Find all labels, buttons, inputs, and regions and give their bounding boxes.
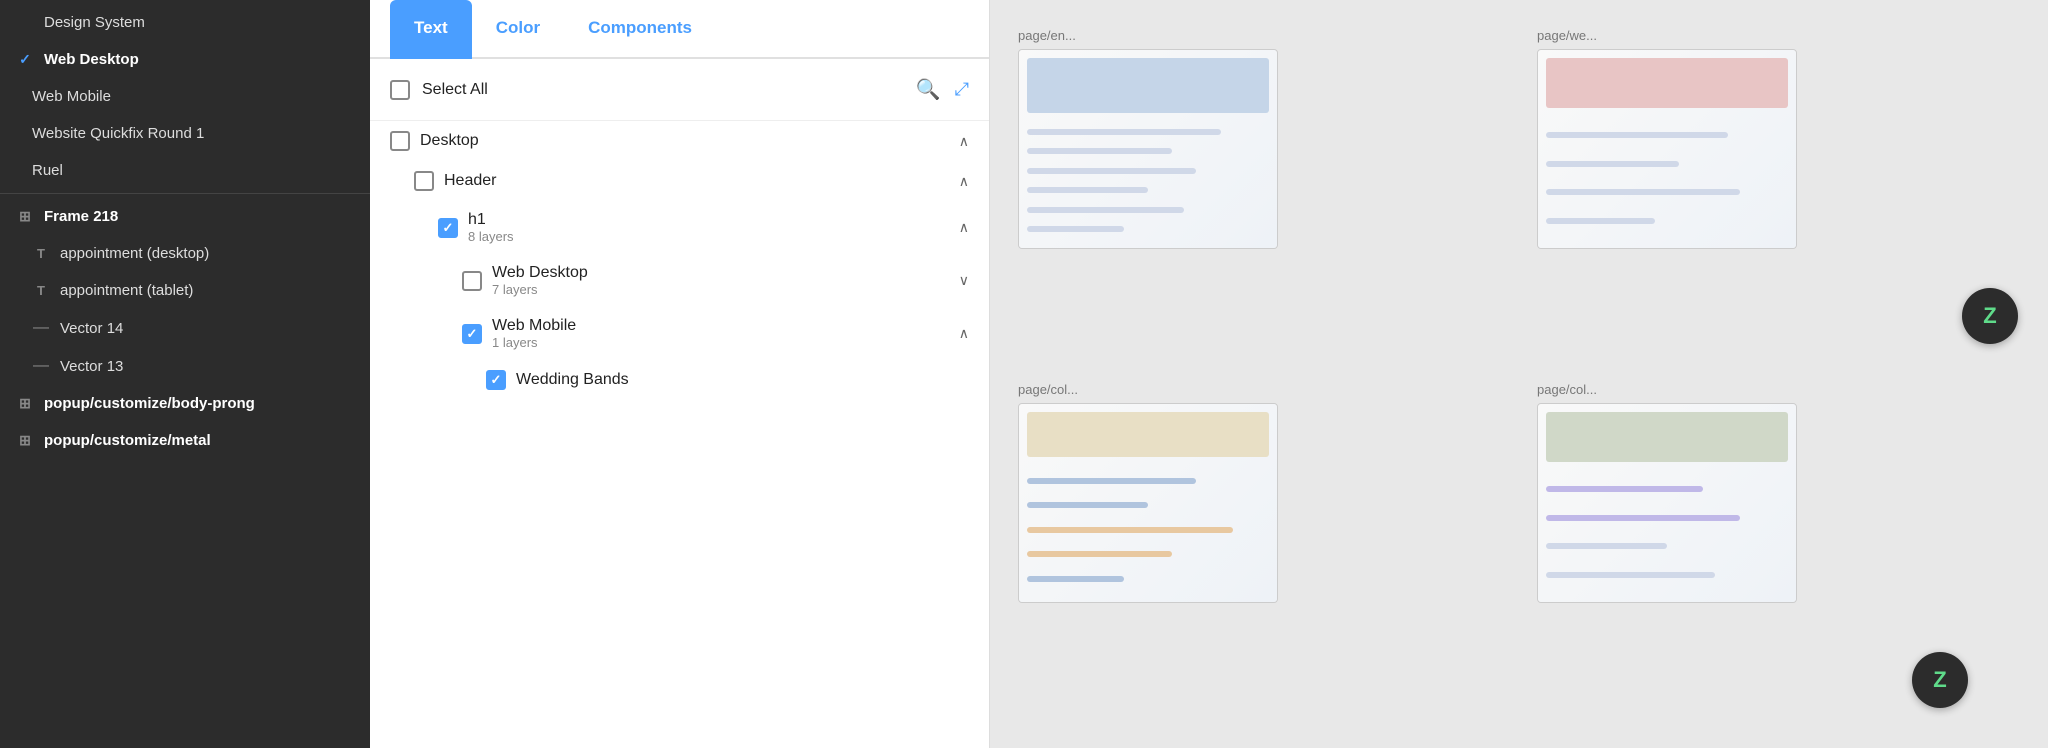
header-checkbox[interactable]: [414, 171, 434, 191]
wedding-bands-checkbox[interactable]: [486, 370, 506, 390]
tree-row-web-desktop-child[interactable]: Web Desktop 7 layers ∨: [382, 254, 977, 307]
text-type-icon-2: T: [32, 283, 50, 298]
desktop-checkbox[interactable]: [390, 131, 410, 151]
canvas-label-bottom-center: page/col...: [1537, 382, 1597, 397]
sidebar-item-vector13[interactable]: — Vector 13: [0, 347, 370, 385]
select-all-label: Select All: [422, 81, 488, 99]
expand-icon[interactable]: ⤢: [955, 79, 969, 100]
desktop-chevron-up[interactable]: ∧: [959, 133, 969, 150]
check-icon: ✓: [16, 51, 34, 68]
sidebar-item-ruel[interactable]: Ruel: [0, 152, 370, 189]
grid-icon-3: ⊞: [16, 432, 34, 449]
sidebar-item-appointment-desktop[interactable]: T appointment (desktop): [0, 235, 370, 272]
vector-icon: —: [32, 319, 50, 337]
canvas-label-bottom-left: page/col...: [1018, 382, 1078, 397]
select-all-row: Select All 🔍 ⤢: [370, 59, 989, 121]
text-type-icon: T: [32, 246, 50, 261]
web-mobile-child-checkbox[interactable]: [462, 324, 482, 344]
tab-text[interactable]: Text: [390, 0, 472, 59]
avatar-top: Z: [1962, 288, 2018, 344]
sidebar-item-quickfix[interactable]: Website Quickfix Round 1: [0, 115, 370, 152]
web-mobile-child-chevron-up[interactable]: ∧: [959, 325, 969, 342]
tab-components[interactable]: Components: [564, 0, 716, 59]
tree-row-desktop[interactable]: Desktop ∧: [382, 121, 977, 161]
canvas-label-top-right: page/we...: [1537, 28, 1597, 43]
canvas-thumb-bottom-left[interactable]: [1018, 403, 1278, 603]
main-panel: Text Color Components Select All 🔍 ⤢ Des…: [370, 0, 990, 748]
sidebar-item-web-desktop[interactable]: ✓ Web Desktop: [0, 41, 370, 78]
canvas-cell-bottom-left: page/col...: [1010, 374, 1529, 728]
canvas-area: page/en... page/we...: [990, 0, 2048, 748]
canvas-thumb-bottom-center[interactable]: [1537, 403, 1797, 603]
tree-row-wedding-bands[interactable]: Wedding Bands: [382, 360, 977, 400]
tab-color[interactable]: Color: [472, 0, 564, 59]
web-desktop-child-chevron-down[interactable]: ∨: [959, 272, 969, 289]
h1-checkbox[interactable]: [438, 218, 458, 238]
divider-1: [0, 193, 370, 194]
canvas-label-top-left: page/en...: [1018, 28, 1076, 43]
sidebar-item-popup-body[interactable]: ⊞ popup/customize/body-prong: [0, 385, 370, 422]
h1-label: h1 8 layers: [468, 211, 949, 244]
tree-row-header[interactable]: Header ∧: [382, 161, 977, 201]
search-icon[interactable]: 🔍: [916, 77, 941, 102]
header-label: Header: [444, 172, 949, 190]
canvas-thumb-top-left[interactable]: [1018, 49, 1278, 249]
vector-icon-2: —: [32, 357, 50, 375]
canvas-thumb-top-right[interactable]: [1537, 49, 1797, 249]
wedding-bands-label: Wedding Bands: [516, 371, 969, 389]
canvas-cell-bottom-center-left: page/col...: [1529, 374, 2048, 728]
sidebar: Design System ✓ Web Desktop Web Mobile W…: [0, 0, 370, 748]
sidebar-item-appointment-tablet[interactable]: T appointment (tablet): [0, 272, 370, 309]
canvas-cell-top-left: page/en...: [1010, 20, 1529, 374]
header-chevron-up[interactable]: ∧: [959, 173, 969, 190]
tab-bar: Text Color Components: [370, 0, 989, 59]
grid-icon-2: ⊞: [16, 395, 34, 412]
desktop-label: Desktop: [420, 132, 949, 150]
toolbar-actions: 🔍 ⤢: [916, 77, 969, 102]
web-mobile-child-label: Web Mobile 1 layers: [492, 317, 949, 350]
select-all-checkbox[interactable]: [390, 80, 410, 100]
h1-chevron-up[interactable]: ∧: [959, 219, 969, 236]
avatar-z-bottom: Z: [1912, 652, 1968, 708]
sidebar-item-web-mobile[interactable]: Web Mobile: [0, 78, 370, 115]
canvas-cell-top-right: page/we... Z: [1529, 20, 2048, 374]
avatar-bottom: Z: [1912, 652, 1968, 708]
grid-icon: ⊞: [16, 208, 34, 225]
web-desktop-child-checkbox[interactable]: [462, 271, 482, 291]
sidebar-item-frame218[interactable]: ⊞ Frame 218: [0, 198, 370, 235]
tree-section: Desktop ∧ Header ∧ h1 8 layers ∧ Web Des…: [370, 121, 989, 748]
tree-row-h1[interactable]: h1 8 layers ∧: [382, 201, 977, 254]
sidebar-item-vector14[interactable]: — Vector 14: [0, 309, 370, 347]
tree-row-web-mobile-child[interactable]: Web Mobile 1 layers ∧: [382, 307, 977, 360]
web-desktop-child-label: Web Desktop 7 layers: [492, 264, 949, 297]
sidebar-item-design-system[interactable]: Design System: [0, 4, 370, 41]
sidebar-item-popup-metal[interactable]: ⊞ popup/customize/metal: [0, 422, 370, 459]
